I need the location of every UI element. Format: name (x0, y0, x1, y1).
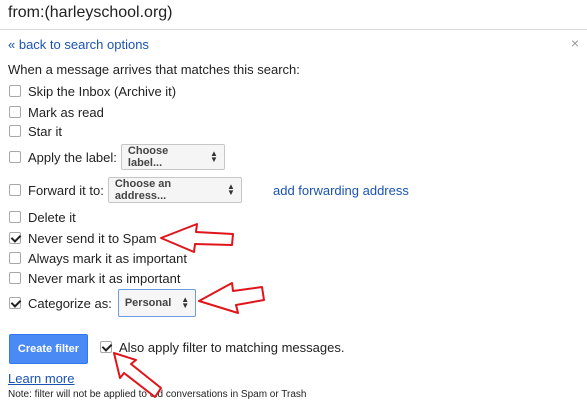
red-arrow-icon (113, 352, 162, 398)
red-arrow-icon (160, 223, 234, 253)
red-arrow-icon (198, 282, 265, 314)
annotation-overlay (113, 223, 265, 398)
